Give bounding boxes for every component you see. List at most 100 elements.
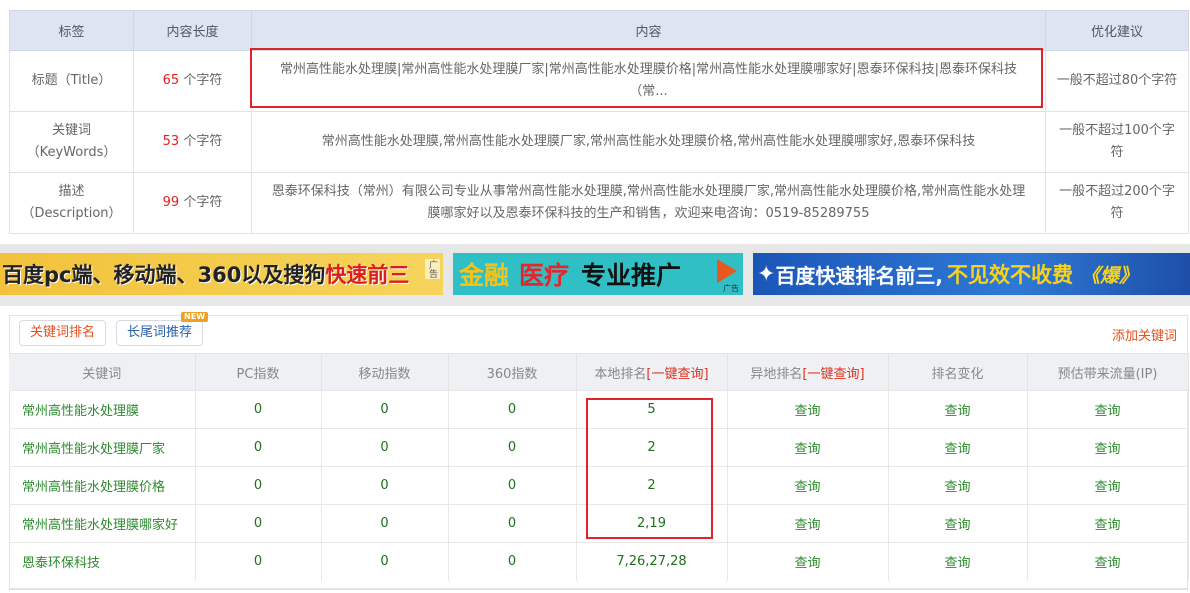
meta-content: 恩泰环保科技（常州）有限公司专业从事常州高性能水处理膜,常州高性能水处理膜厂家,… bbox=[251, 172, 1046, 234]
meta-advice: 一般不超过80个字符 bbox=[1045, 50, 1189, 112]
ad1-highlight: 快速前三 bbox=[325, 263, 410, 287]
col-remote-rank: 异地排名[一键查询] bbox=[727, 353, 889, 391]
mobile-index: 0 bbox=[321, 542, 449, 581]
meta-row-description: 描述（Description） 99 个字符 恩泰环保科技（常州）有限公司专业从… bbox=[9, 172, 1189, 234]
remote-query-link[interactable]: 查询 bbox=[727, 504, 889, 543]
index-360: 0 bbox=[448, 542, 577, 581]
table-row: 常州高性能水处理膜 0 0 0 5 查询 查询 查询 bbox=[9, 390, 1189, 429]
length-number: 99 bbox=[162, 195, 180, 210]
ranking-tabs: 关键词排名 长尾词推荐 NEW bbox=[19, 312, 209, 346]
meta-advice: 一般不超过100个字符 bbox=[1045, 111, 1189, 173]
local-rank: 2 bbox=[576, 428, 728, 467]
ad2-finance: 金融 bbox=[459, 261, 510, 290]
table-row: 恩泰环保科技 0 0 0 7,26,27,28 查询 查询 查询 bbox=[9, 542, 1189, 581]
index-360: 0 bbox=[448, 390, 577, 429]
keyword-link[interactable]: 常州高性能水处理膜 bbox=[9, 390, 196, 429]
remote-query-all-link[interactable]: [一键查询] bbox=[802, 367, 864, 382]
meta-length: 65 个字符 bbox=[133, 50, 252, 112]
tab-keyword-ranking[interactable]: 关键词排名 bbox=[19, 320, 107, 346]
keyword-link[interactable]: 常州高性能水处理膜价格 bbox=[9, 466, 196, 505]
ad3-highlight: 不见效不收费 bbox=[947, 263, 1074, 287]
tab-longtail-recommend[interactable]: 长尾词推荐 NEW bbox=[116, 312, 209, 346]
meta-length: 53 个字符 bbox=[133, 111, 252, 173]
meta-header-tag: 标签 bbox=[9, 10, 134, 51]
length-unit: 个字符 bbox=[179, 195, 223, 210]
remote-query-link[interactable]: 查询 bbox=[727, 542, 889, 581]
pc-index: 0 bbox=[195, 466, 322, 505]
col-traffic: 预估带来流量(IP) bbox=[1027, 353, 1189, 391]
col-pc-index: PC指数 bbox=[195, 353, 322, 391]
meta-label: 描述（Description） bbox=[9, 172, 134, 234]
ranking-table: 关键词 PC指数 移动指数 360指数 本地排名[一键查询] 异地排名[一键查询… bbox=[9, 353, 1189, 581]
remote-query-link[interactable]: 查询 bbox=[727, 466, 889, 505]
sparkle-icon: ✦ bbox=[757, 261, 776, 287]
index-360: 0 bbox=[448, 428, 577, 467]
traffic-query-link[interactable]: 查询 bbox=[1027, 466, 1189, 505]
meta-advice: 一般不超过200个字符 bbox=[1045, 172, 1189, 234]
ranking-header-row: 关键词 PC指数 移动指数 360指数 本地排名[一键查询] 异地排名[一键查询… bbox=[9, 353, 1189, 391]
col-mobile-index: 移动指数 bbox=[321, 353, 449, 391]
change-query-link[interactable]: 查询 bbox=[888, 542, 1028, 581]
remote-query-link[interactable]: 查询 bbox=[727, 390, 889, 429]
pc-index: 0 bbox=[195, 504, 322, 543]
ad-strip: 百度pc端、移动端、360以及搜狗 快速前三 广告 金融 医疗 专业推广 广告 ✦… bbox=[0, 244, 1190, 306]
pc-index: 0 bbox=[195, 428, 322, 467]
meta-label: 关键词（KeyWords） bbox=[9, 111, 134, 173]
mobile-index: 0 bbox=[321, 428, 449, 467]
keyword-link[interactable]: 恩泰环保科技 bbox=[9, 542, 196, 581]
traffic-query-link[interactable]: 查询 bbox=[1027, 428, 1189, 467]
index-360: 0 bbox=[448, 504, 577, 543]
keyword-ranking-panel: 关键词排名 长尾词推荐 NEW 添加关键词 关键词 PC指数 移动指数 360指… bbox=[9, 312, 1189, 590]
remote-rank-label: 异地排名 bbox=[750, 366, 803, 382]
local-rank: 2 bbox=[576, 466, 728, 505]
index-360: 0 bbox=[448, 466, 577, 505]
meta-header-content: 内容 bbox=[251, 10, 1046, 51]
traffic-query-link[interactable]: 查询 bbox=[1027, 504, 1189, 543]
ad-banner-seo[interactable]: 百度pc端、移动端、360以及搜狗 快速前三 广告 bbox=[0, 253, 443, 295]
local-rank: 5 bbox=[576, 390, 728, 429]
table-row: 常州高性能水处理膜价格 0 0 0 2 查询 查询 查询 bbox=[9, 466, 1189, 505]
meta-label: 标题（Title） bbox=[9, 50, 134, 112]
change-query-link[interactable]: 查询 bbox=[888, 504, 1028, 543]
remote-query-link[interactable]: 查询 bbox=[727, 428, 889, 467]
ad-label: 广告 bbox=[425, 259, 440, 279]
col-360-index: 360指数 bbox=[448, 353, 577, 391]
col-rank-change: 排名变化 bbox=[888, 353, 1028, 391]
ad-banner-ranking[interactable]: ✦ 百度快速排名前三, 不见效不收费 《爆》 bbox=[753, 253, 1190, 295]
length-unit: 个字符 bbox=[179, 134, 223, 149]
keyword-link[interactable]: 常州高性能水处理膜哪家好 bbox=[9, 504, 196, 543]
change-query-link[interactable]: 查询 bbox=[888, 390, 1028, 429]
local-query-all-link[interactable]: [一键查询] bbox=[646, 367, 708, 382]
tab-longtail-label: 长尾词推荐 bbox=[127, 325, 193, 340]
pc-index: 0 bbox=[195, 390, 322, 429]
local-rank: 2,19 bbox=[576, 504, 728, 543]
col-keyword: 关键词 bbox=[9, 353, 196, 391]
mobile-index: 0 bbox=[321, 466, 449, 505]
meta-length: 99 个字符 bbox=[133, 172, 252, 234]
change-query-link[interactable]: 查询 bbox=[888, 466, 1028, 505]
traffic-query-link[interactable]: 查询 bbox=[1027, 390, 1189, 429]
add-keyword-link[interactable]: 添加关键词 bbox=[1112, 325, 1177, 344]
ad3-text: 百度快速排名前三, bbox=[775, 263, 944, 288]
ad3-burst: 《爆》 bbox=[1081, 264, 1139, 287]
keyword-link[interactable]: 常州高性能水处理膜厂家 bbox=[9, 428, 196, 467]
length-number: 53 bbox=[162, 134, 180, 149]
table-row: 常州高性能水处理膜哪家好 0 0 0 2,19 查询 查询 查询 bbox=[9, 504, 1189, 543]
play-icon bbox=[717, 259, 737, 283]
ad1-text: 百度pc端、移动端、360以及搜狗 bbox=[2, 263, 326, 287]
mobile-index: 0 bbox=[321, 390, 449, 429]
ad-label: 广告 bbox=[723, 284, 739, 293]
col-local-rank: 本地排名[一键查询] bbox=[576, 353, 728, 391]
ad2-pro: 专业推广 bbox=[581, 261, 682, 290]
meta-header-length: 内容长度 bbox=[133, 10, 252, 51]
ad2-medical: 医疗 bbox=[519, 261, 570, 290]
meta-content: 常州高性能水处理膜,常州高性能水处理膜厂家,常州高性能水处理膜价格,常州高性能水… bbox=[251, 111, 1046, 173]
length-number: 65 bbox=[162, 73, 180, 88]
traffic-query-link[interactable]: 查询 bbox=[1027, 542, 1189, 581]
meta-content: 常州高性能水处理膜|常州高性能水处理膜厂家|常州高性能水处理膜价格|常州高性能水… bbox=[251, 50, 1046, 112]
ad-banner-promotion[interactable]: 金融 医疗 专业推广 广告 bbox=[453, 253, 743, 295]
mobile-index: 0 bbox=[321, 504, 449, 543]
change-query-link[interactable]: 查询 bbox=[888, 428, 1028, 467]
local-rank: 7,26,27,28 bbox=[576, 542, 728, 581]
table-row: 常州高性能水处理膜厂家 0 0 0 2 查询 查询 查询 bbox=[9, 428, 1189, 467]
